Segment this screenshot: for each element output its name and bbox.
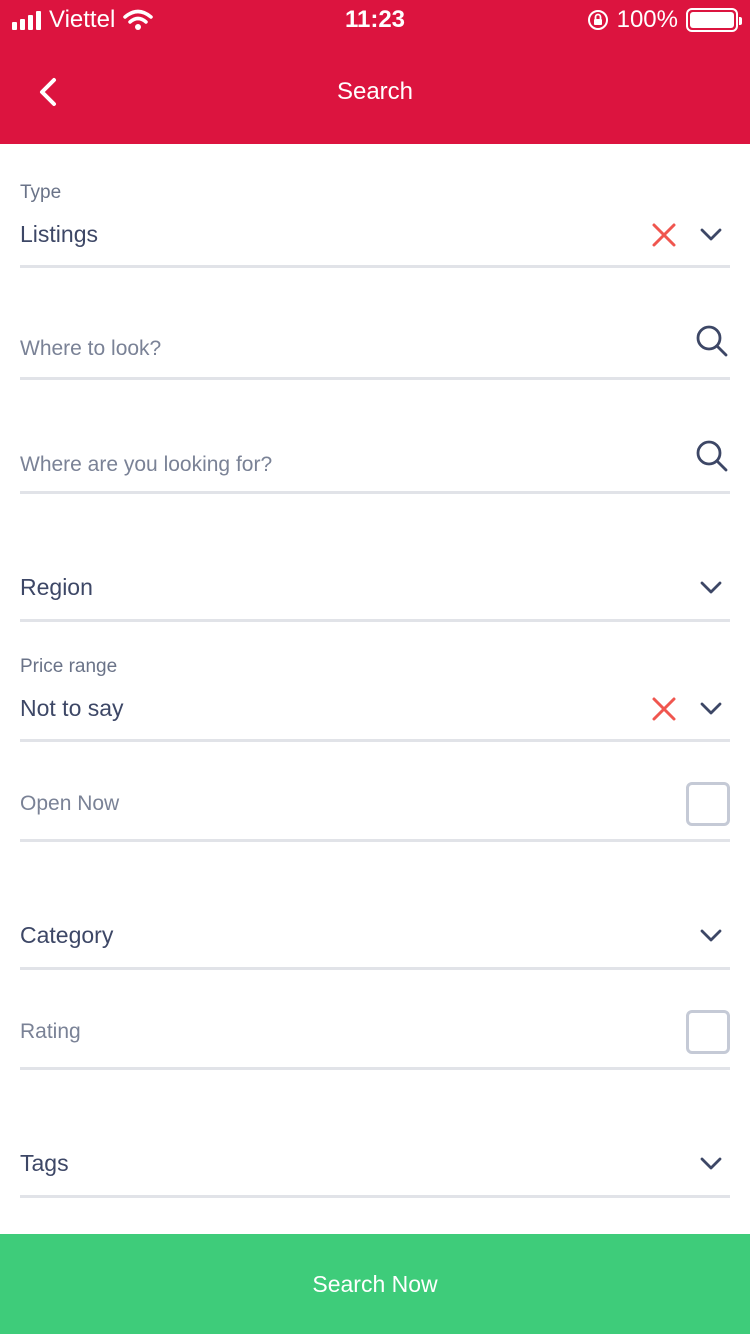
clear-icon[interactable] [651, 696, 677, 722]
battery-percent: 100% [616, 6, 678, 33]
search-icon[interactable] [695, 324, 729, 358]
battery-icon [686, 8, 742, 32]
open-now-row: Open Now [20, 770, 730, 842]
open-now-checkbox[interactable] [686, 782, 730, 826]
chevron-down-icon[interactable] [698, 1151, 724, 1177]
price-range-select[interactable]: Price range Not to say [20, 650, 730, 742]
chevron-down-icon[interactable] [698, 575, 724, 601]
looking-for-placeholder: Where are you looking for? [20, 453, 273, 476]
category-label: Category [20, 922, 114, 948]
page-title: Search [336, 78, 414, 105]
type-label: Type [20, 182, 62, 203]
region-label: Region [20, 574, 93, 600]
rating-row: Rating [20, 998, 730, 1070]
chevron-down-icon[interactable] [698, 222, 724, 248]
tags-select[interactable]: Tags [20, 1132, 730, 1198]
rating-checkbox[interactable] [686, 1010, 730, 1054]
search-now-label: Search Now [312, 1270, 438, 1297]
rating-label: Rating [20, 1020, 81, 1043]
tags-label: Tags [20, 1150, 69, 1176]
app-header: Viettel 11:23 100% Search [0, 0, 750, 144]
chevron-down-icon[interactable] [698, 696, 724, 722]
clear-icon[interactable] [651, 222, 677, 248]
looking-for-field[interactable]: Where are you looking for? [20, 424, 730, 494]
rotation-lock-icon [587, 10, 608, 30]
nav-bar: Search [0, 56, 750, 128]
status-right: 100% [587, 6, 742, 34]
region-select[interactable]: Region [20, 556, 730, 622]
where-to-look-field[interactable]: Where to look? [20, 310, 730, 380]
chevron-down-icon[interactable] [698, 923, 724, 949]
where-to-look-placeholder: Where to look? [20, 337, 162, 360]
price-range-value: Not to say [20, 695, 124, 721]
type-select[interactable]: Type Listings [20, 176, 730, 268]
price-range-label: Price range [20, 656, 118, 677]
category-select[interactable]: Category [20, 904, 730, 970]
search-now-button[interactable]: Search Now [0, 1234, 750, 1334]
status-bar: Viettel 11:23 100% [0, 0, 750, 40]
search-icon[interactable] [695, 439, 729, 473]
type-value: Listings [20, 221, 98, 247]
open-now-label: Open Now [20, 792, 120, 815]
